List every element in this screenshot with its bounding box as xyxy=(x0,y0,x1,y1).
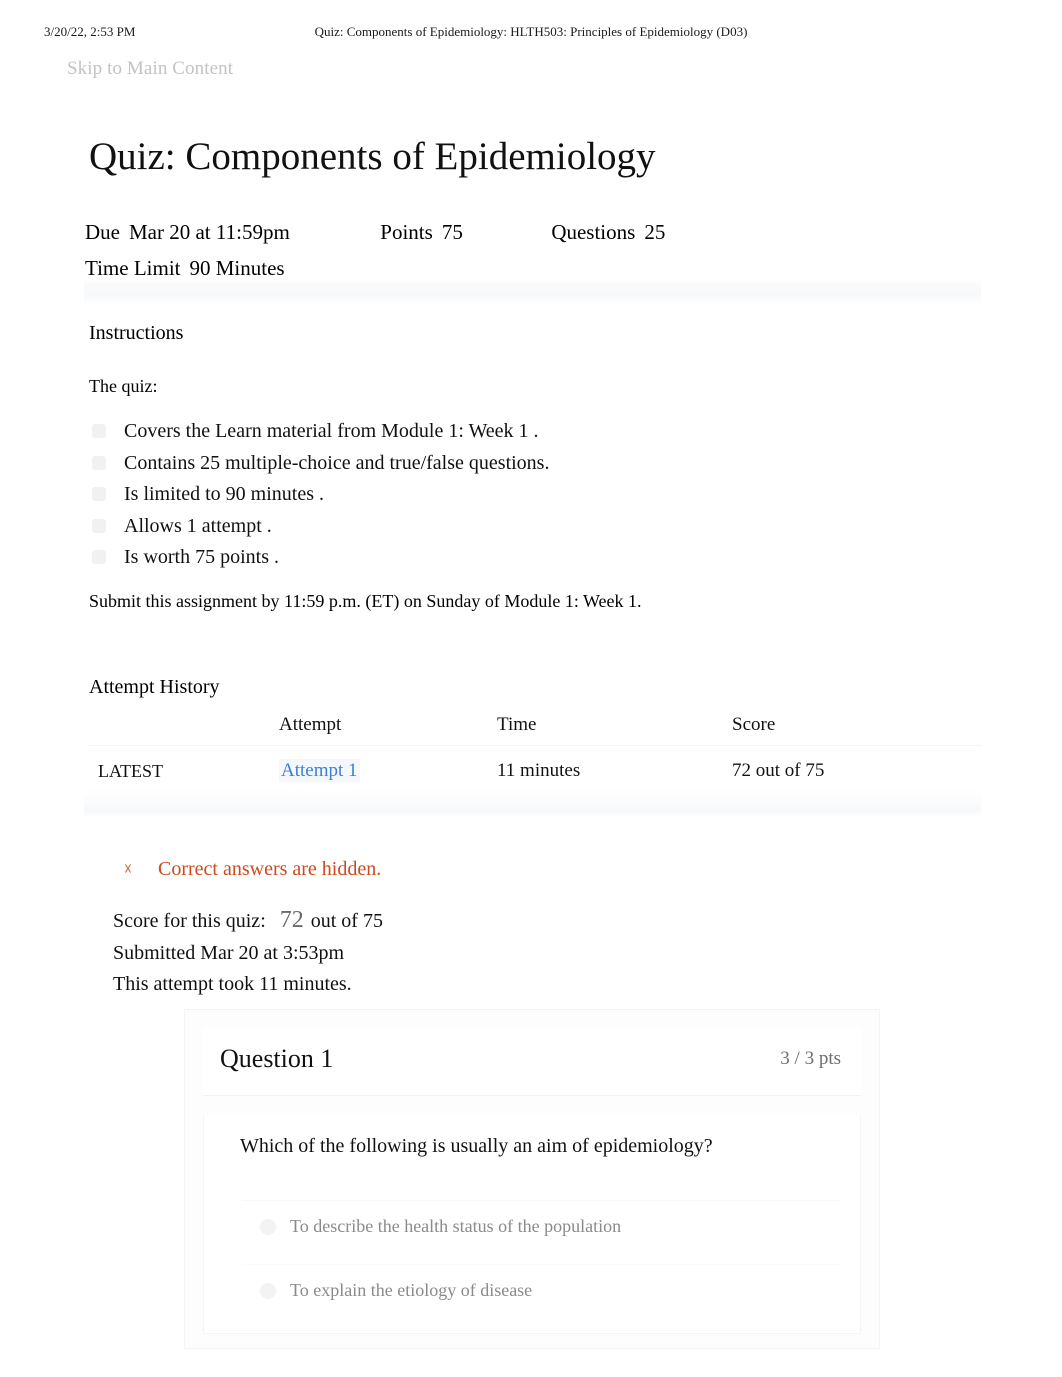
column-header-time: Time xyxy=(497,708,732,746)
question-body: Which of the following is usually an aim… xyxy=(203,1114,861,1334)
attempt-history-table: Attempt Time Score LATEST Attempt 1 11 m… xyxy=(89,708,982,797)
list-item: Allows 1 attempt . xyxy=(89,511,549,543)
points-value: 75 xyxy=(441,220,463,244)
hidden-answers-notice: ☓ Correct answers are hidden. xyxy=(124,856,381,882)
question-card: Question 1 3 / 3 pts Which of the follow… xyxy=(184,1009,880,1349)
bullet-marker-icon xyxy=(92,518,106,533)
quiz-meta: Due Mar 20 at 11:59pm Points 75 Questions 2… xyxy=(85,206,981,286)
attempt-history-heading: Attempt History xyxy=(89,676,220,698)
attempt-history-divider xyxy=(84,787,981,817)
list-item-label: Covers the Learn material from Module 1:… xyxy=(124,420,539,442)
list-item-label: Allows 1 attempt . xyxy=(124,514,272,537)
instructions-intro: The quiz: xyxy=(89,376,158,396)
points-label: Points xyxy=(380,220,433,244)
answer-option-label: To describe the health status of the pop… xyxy=(290,1216,622,1236)
list-item: Contains 25 multiple-choice and true/fal… xyxy=(89,448,549,480)
due-label: Due xyxy=(85,220,120,244)
radio-button-icon[interactable] xyxy=(260,1283,276,1299)
submit-note: Submit this assignment by 11:59 p.m. (ET… xyxy=(89,591,642,611)
warning-icon: ☓ xyxy=(124,860,132,878)
answer-option-label: To explain the etiology of disease xyxy=(290,1280,533,1300)
page-title: Quiz: Components of Epidemiology xyxy=(89,135,656,178)
list-item: Is worth 75 points . xyxy=(89,542,549,574)
skip-to-main-content-link[interactable]: Skip to Main Content xyxy=(67,58,233,80)
question-title: Question 1 xyxy=(220,1044,334,1073)
column-header-score: Score xyxy=(732,708,982,746)
question-header: Question 1 3 / 3 pts xyxy=(203,1028,861,1096)
score-line: Score for this quiz: 72 out of 75 xyxy=(113,905,383,938)
bullet-marker-icon xyxy=(92,487,106,501)
print-header: 3/20/22, 2:53 PM Quiz: Components of Epi… xyxy=(0,24,1062,42)
radio-button-icon[interactable] xyxy=(260,1219,276,1235)
duration-line: This attempt took 11 minutes. xyxy=(113,973,352,995)
list-item-label: Is worth 75 points . xyxy=(124,546,279,568)
instructions-heading: Instructions xyxy=(89,322,184,344)
score-suffix: out of 75 xyxy=(310,910,383,932)
answer-option[interactable]: To explain the etiology of disease xyxy=(242,1264,842,1328)
due-value: Mar 20 at 11:59pm xyxy=(129,220,290,244)
questions-item: Questions 25 xyxy=(551,214,665,250)
answer-list: To describe the health status of the pop… xyxy=(242,1200,842,1328)
points-item: Points 75 xyxy=(380,214,463,250)
time-limit-value: 90 Minutes xyxy=(189,256,285,280)
answer-option[interactable]: To describe the health status of the pop… xyxy=(242,1200,842,1264)
attempt-1-link[interactable]: Attempt 1 xyxy=(279,759,360,782)
submitted-line: Submitted Mar 20 at 3:53pm xyxy=(113,941,345,964)
meta-divider xyxy=(84,281,981,305)
score-label: Score for this quiz: xyxy=(113,910,266,932)
list-item-label: Is limited to 90 minutes . xyxy=(124,483,324,505)
questions-label: Questions xyxy=(551,220,636,244)
time-limit-label: Time Limit xyxy=(85,256,181,280)
bullet-marker-icon xyxy=(92,424,106,438)
list-item: Covers the Learn material from Module 1:… xyxy=(89,416,549,448)
question-points: 3 / 3 pts xyxy=(780,1048,841,1069)
instructions-bullet-list: Covers the Learn material from Module 1:… xyxy=(89,416,549,574)
column-header-flag xyxy=(89,708,279,746)
due-item: Due Mar 20 at 11:59pm xyxy=(85,214,290,250)
bullet-marker-icon xyxy=(92,550,106,564)
list-item: Is limited to 90 minutes . xyxy=(89,479,549,511)
bullet-marker-icon xyxy=(92,455,106,470)
question-text: Which of the following is usually an aim… xyxy=(240,1135,713,1157)
score-value: 72 xyxy=(279,907,304,933)
score-summary: Score for this quiz: 72 out of 75 Submitte… xyxy=(113,905,383,1001)
print-header-title: Quiz: Components of Epidemiology: HLTH50… xyxy=(314,24,748,39)
questions-value: 25 xyxy=(644,220,666,244)
quiz-meta-row-1: Due Mar 20 at 11:59pm Points 75 Questions 2… xyxy=(85,214,981,250)
column-header-attempt: Attempt xyxy=(279,708,497,746)
list-item-label: Contains 25 multiple-choice and true/fal… xyxy=(124,451,550,474)
hidden-answers-notice-text: Correct answers are hidden. xyxy=(158,858,382,880)
table-header-row: Attempt Time Score xyxy=(89,708,982,746)
